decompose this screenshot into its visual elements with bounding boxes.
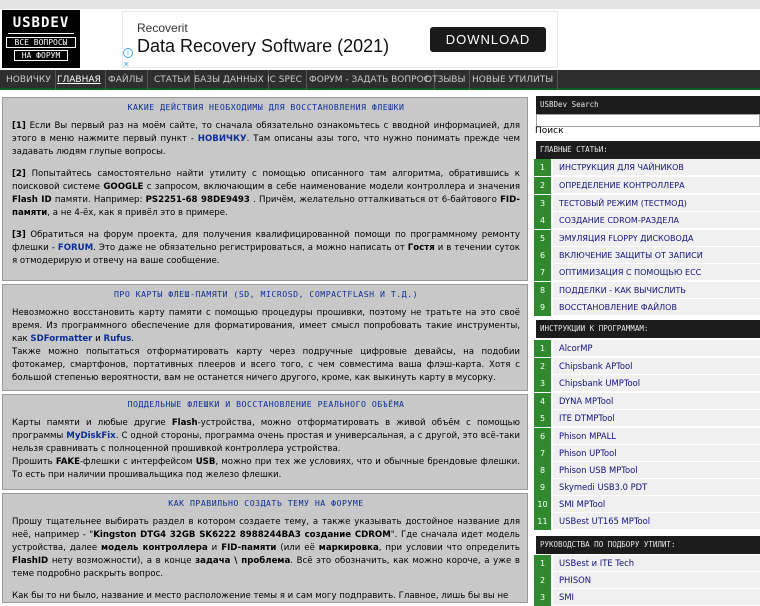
sidebar-item[interactable]: 11 USBest UT165 MPTool — [534, 513, 760, 530]
paragraph: Карты памяти и любые другие Flash-устрой… — [12, 418, 520, 454]
nav-novichku[interactable]: НОВИЧКУ — [2, 70, 56, 90]
logo-title: USBDEV — [8, 15, 74, 34]
section-title: ПРО КАРТЫ ФЛЕШ-ПАМЯТИ (SD, microSD, Comp… — [113, 289, 419, 299]
paragraph: Также можно попытаться отформатировать к… — [12, 347, 520, 383]
nav-forum[interactable]: ФОРУМ - ЗАДАТЬ ВОПРОС — [305, 70, 435, 90]
sidebar-item[interactable]: 9 Skymedi USB3.0 PDT — [534, 479, 760, 496]
section-recovery-steps: КАКИЕ ДЕЙСТВИЯ НЕОБХОДИМЫ ДЛЯ ВОССТАНОВЛ… — [2, 97, 528, 281]
nav-otzyvy[interactable]: ОТЗЫВЫ — [421, 70, 471, 90]
main-articles-title: ГЛАВНЫЕ СТАТЬИ: — [536, 141, 760, 159]
nav-stati[interactable]: СТАТЬИ — [150, 70, 196, 90]
section-memory-cards: ПРО КАРТЫ ФЛЕШ-ПАМЯТИ (SD, microSD, Comp… — [2, 284, 528, 391]
ad-banner[interactable]: Recoverit Data Recovery Software (2021) … — [122, 11, 558, 69]
link-mydiskfix[interactable]: MyDiskFix — [66, 431, 115, 441]
section-title: КАК ПРАВИЛЬНО СОЗДАТЬ ТЕМУ НА ФОРУМЕ — [168, 498, 364, 508]
instructions-title: ИНСТРУКЦИИ К ПРОГРАММАМ: — [536, 320, 760, 338]
link-forum[interactable]: FORUM — [58, 243, 93, 253]
info-icon[interactable]: i — [123, 48, 133, 58]
sidebar: USBDev Search Поиск ГЛАВНЫЕ СТАТЬИ: 1 ИНС… — [532, 93, 760, 606]
search-title: USBDev Search — [536, 96, 760, 114]
sidebar-item[interactable]: 6 Phison MPALL — [534, 428, 760, 445]
paragraph: Прошить FAKE-флешки с интерфейсом USB, м… — [12, 457, 520, 480]
logo-tagline-1: ВСЕ ВОПРОСЫ — [6, 37, 76, 48]
sidebar-item[interactable]: 2 PHISON — [534, 572, 760, 589]
section-title: КАКИЕ ДЕЙСТВИЯ НЕОБХОДИМЫ ДЛЯ ВОССТАНОВЛ… — [127, 102, 405, 112]
search-input[interactable] — [536, 114, 760, 127]
sidebar-item[interactable]: 3 SMI — [534, 589, 760, 606]
sidebar-item[interactable]: 5 ITE DTMPTool — [534, 410, 760, 427]
sidebar-item[interactable]: 4 СОЗДАНИЕ CDROM-РАЗДЕЛА — [534, 212, 760, 229]
sidebar-item[interactable]: 8 ПОДДЕЛКИ - КАК ВЫЧИСЛИТЬ — [534, 282, 760, 299]
sidebar-item[interactable]: 8 Phison USB MPTool — [534, 462, 760, 479]
sidebar-item[interactable]: 2 ОПРЕДЕЛЕНИЕ КОНТРОЛЛЕРА — [534, 177, 760, 194]
sidebar-item[interactable]: 3 ТЕСТОВЫЙ РЕЖИМ (ТЕСТМОД) — [534, 195, 760, 212]
paragraph: [2] Попытайтесь самостоятельно найти ути… — [12, 169, 520, 218]
sidebar-item[interactable]: 9 ВОССТАНОВЛЕНИЕ ФАЙЛОВ — [534, 299, 760, 316]
guides-title: РУКОВОДСТВА ПО ПОДБОРУ УТИЛИТ: — [536, 536, 760, 554]
paragraph: Как бы то ни было, название и место расп… — [12, 591, 509, 601]
sidebar-item[interactable]: 1 ИНСТРУКЦИЯ ДЛЯ ЧАЙНИКОВ — [534, 159, 760, 176]
sidebar-item[interactable]: 10 SMI MPTool — [534, 496, 760, 513]
link-novichku[interactable]: НОВИЧКУ — [198, 134, 247, 144]
close-icon[interactable]: ✕ — [123, 60, 130, 69]
paragraph: [1] Если Вы первый раз на моём сайте, то… — [12, 121, 521, 157]
search-button[interactable]: Поиск — [535, 126, 564, 136]
link-rufus[interactable]: Rufus — [103, 334, 131, 344]
sidebar-item[interactable]: 3 Chipsbank UMPTool — [534, 375, 760, 392]
nav-fayly[interactable]: ФАЙЛЫ — [104, 70, 149, 90]
paragraph: Прошу тщательнее выбирать раздел в котор… — [12, 517, 520, 579]
link-sdformatter[interactable]: SDFormatter — [30, 334, 92, 344]
sidebar-item[interactable]: 7 Phison UPTool — [534, 445, 760, 462]
ad-brand: Recoverit — [137, 21, 188, 35]
nav-ic-spec[interactable]: IC SPEC — [263, 70, 307, 90]
section-fake-drives: ПОДДЕЛЬНЫЕ ФЛЕШКИ И ВОССТАНОВЛЕНИЕ РЕАЛЬ… — [2, 394, 528, 490]
sidebar-item[interactable]: 7 ОПТИМИЗАЦИЯ С ПОМОЩЬЮ ECC — [534, 264, 760, 281]
logo-tagline-2: НА ФОРУМ — [14, 50, 68, 61]
paragraph: [3] Обратиться на форум проекта, для пол… — [12, 230, 520, 266]
sidebar-item[interactable]: 1 AlcorMP — [534, 340, 760, 357]
section-forum-topic: КАК ПРАВИЛЬНО СОЗДАТЬ ТЕМУ НА ФОРУМЕ Про… — [2, 493, 528, 603]
nav-novye-utility[interactable]: НОВЫЕ УТИЛИТЫ — [468, 70, 559, 90]
ad-headline[interactable]: Data Recovery Software (2021) — [137, 36, 389, 57]
site-logo[interactable]: USBDEV ВСЕ ВОПРОСЫ НА ФОРУМ — [2, 10, 80, 68]
nav-bazy-dannyh[interactable]: БАЗЫ ДАННЫХ — [190, 70, 269, 90]
main-nav: НОВИЧКУ ГЛАВНАЯ ФАЙЛЫ СТАТЬИ БАЗЫ ДАННЫХ… — [0, 70, 760, 90]
sidebar-item[interactable]: 4 DYNA MPTool — [534, 393, 760, 410]
sidebar-item[interactable]: 6 ВКЛЮЧЕНИЕ ЗАЩИТЫ ОТ ЗАПИСИ — [534, 247, 760, 264]
section-title: ПОДДЕЛЬНЫЕ ФЛЕШКИ И ВОССТАНОВЛЕНИЕ РЕАЛЬ… — [127, 399, 405, 409]
sidebar-item[interactable]: 5 ЭМУЛЯЦИЯ FLOPPY ДИСКОВОДА — [534, 230, 760, 247]
sidebar-item[interactable]: 1 USBest и ITE Tech — [534, 555, 760, 572]
ad-download-button[interactable]: DOWNLOAD — [430, 27, 546, 52]
sidebar-item[interactable]: 2 Chipsbank APTool — [534, 358, 760, 375]
main-content: КАКИЕ ДЕЙСТВИЯ НЕОБХОДИМЫ ДЛЯ ВОССТАНОВЛ… — [0, 93, 530, 603]
top-strip — [0, 0, 760, 9]
paragraph: Невозможно восстановить карту памяти с п… — [12, 308, 520, 344]
nav-glavnaya[interactable]: ГЛАВНАЯ — [53, 70, 106, 90]
